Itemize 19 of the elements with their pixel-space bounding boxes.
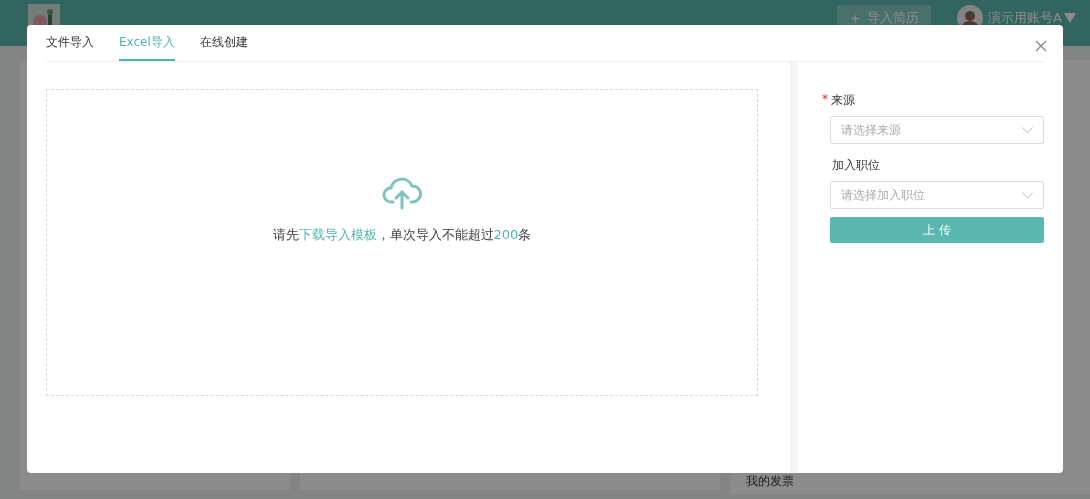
upload-button[interactable]: 上 传 [830,217,1044,243]
user-name[interactable]: 演示用账号A [988,9,1062,27]
chevron-down-icon [1022,191,1033,199]
field-label: 加入职位 [832,157,880,174]
tab[interactable]: 在线创建 [199,34,248,61]
sidebar-item[interactable]: 我的发票 [746,473,1090,490]
select-field[interactable]: 请选择加入职位 [830,181,1044,209]
tab[interactable]: 文件导入 [46,34,94,61]
upload-area[interactable]: 请先下载导入模板，单次导入不能超过200条 [46,89,758,396]
chevron-down-icon [1022,126,1033,134]
caret-icon[interactable] [1064,13,1076,23]
required-mark: * [822,92,828,108]
field-label: 来源 [831,92,855,109]
download-template-link[interactable]: 下载导入模板 [298,227,377,242]
close-icon[interactable] [1035,40,1047,52]
tab[interactable]: Excel导入 [119,34,175,61]
upload-hint: 请先下载导入模板，单次导入不能超过200条 [272,226,532,244]
cloud-upload-icon [382,176,422,210]
select-field[interactable]: 请选择来源 [830,116,1044,144]
